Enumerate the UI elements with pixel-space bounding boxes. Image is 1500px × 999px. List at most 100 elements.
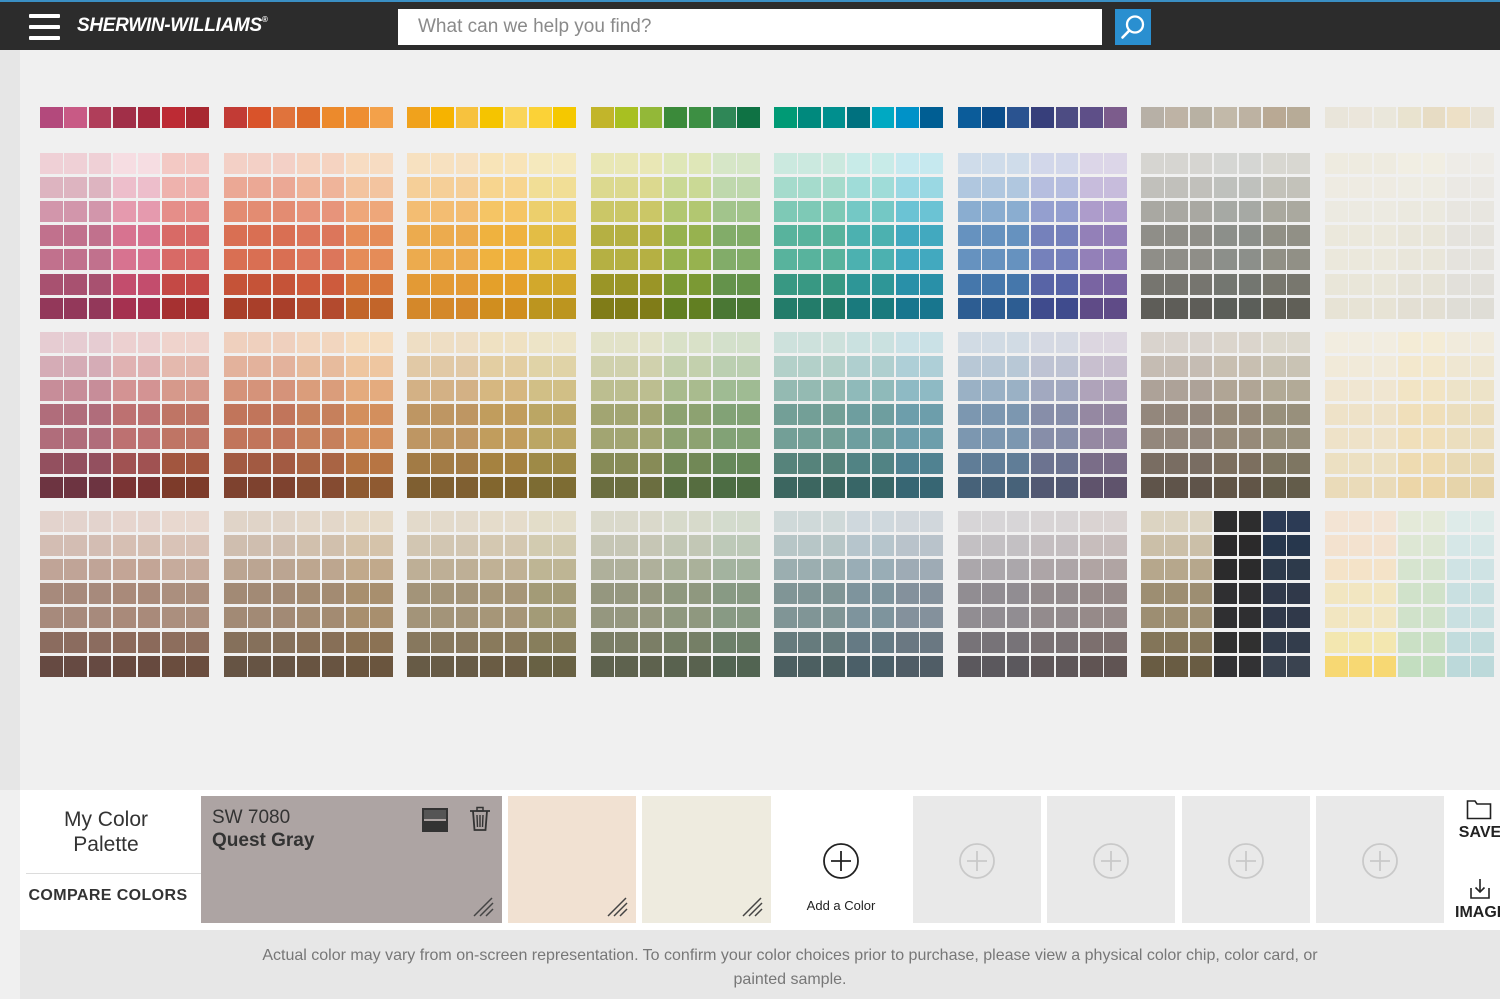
color-chip[interactable] (1031, 404, 1054, 426)
color-chip[interactable] (113, 332, 136, 353)
color-chip[interactable] (1287, 404, 1310, 426)
color-chip[interactable] (798, 332, 821, 353)
color-chip[interactable] (1214, 356, 1237, 378)
color-chip[interactable] (113, 297, 136, 319)
color-chip[interactable] (958, 535, 981, 557)
color-chip[interactable] (920, 583, 943, 605)
color-chip[interactable] (272, 332, 296, 353)
color-chip[interactable] (615, 332, 638, 353)
color-chip[interactable] (1104, 249, 1127, 271)
color-chip[interactable] (688, 428, 712, 450)
color-chip[interactable] (1325, 404, 1348, 426)
color-chip[interactable] (529, 452, 552, 474)
color-chip[interactable] (591, 655, 614, 677)
color-chip[interactable] (1189, 225, 1213, 247)
color-chip[interactable] (713, 332, 736, 353)
color-chip[interactable] (1189, 107, 1213, 128)
color-chip[interactable] (822, 476, 846, 498)
color-chip[interactable] (1263, 153, 1286, 174)
color-chip[interactable] (1141, 583, 1164, 605)
color-chip[interactable] (1055, 583, 1079, 605)
color-chip[interactable] (871, 559, 895, 581)
color-chip[interactable] (639, 297, 663, 319)
color-chip[interactable] (1141, 249, 1164, 271)
color-chip[interactable] (1422, 511, 1446, 532)
color-chip[interactable] (1165, 107, 1188, 128)
color-chip[interactable] (871, 631, 895, 653)
color-chip[interactable] (480, 201, 503, 223)
color-chip[interactable] (1189, 535, 1213, 557)
color-chip[interactable] (615, 535, 638, 557)
color-chip[interactable] (639, 107, 663, 128)
color-chip[interactable] (1141, 225, 1164, 247)
color-chip[interactable] (1471, 655, 1494, 677)
color-chip[interactable] (1104, 332, 1127, 353)
color-chip[interactable] (1398, 225, 1421, 247)
color-chip[interactable] (137, 356, 161, 378)
color-chip[interactable] (1263, 177, 1286, 199)
color-chip[interactable] (1080, 225, 1103, 247)
color-chip[interactable] (1447, 511, 1470, 532)
color-chip[interactable] (1104, 380, 1127, 402)
color-chip[interactable] (1214, 655, 1237, 677)
color-chip[interactable] (272, 153, 296, 174)
color-chip[interactable] (1080, 249, 1103, 271)
color-chip[interactable] (664, 404, 687, 426)
color-chip[interactable] (871, 249, 895, 271)
color-chip[interactable] (1287, 583, 1310, 605)
color-chip[interactable] (529, 273, 552, 295)
color-chip[interactable] (224, 476, 247, 498)
color-chip[interactable] (639, 356, 663, 378)
color-chip[interactable] (272, 583, 296, 605)
color-chip[interactable] (162, 655, 185, 677)
color-chip[interactable] (920, 655, 943, 677)
color-chip[interactable] (186, 535, 209, 557)
color-chip[interactable] (224, 655, 247, 677)
color-chip[interactable] (321, 332, 345, 353)
color-chip[interactable] (798, 107, 821, 128)
color-chip[interactable] (1471, 452, 1494, 474)
color-chip[interactable] (1031, 511, 1054, 532)
color-chip[interactable] (529, 631, 552, 653)
color-chip[interactable] (1398, 607, 1421, 629)
color-chip[interactable] (186, 107, 209, 128)
color-chip[interactable] (186, 177, 209, 199)
color-chip[interactable] (774, 107, 797, 128)
color-chip[interactable] (553, 332, 576, 353)
color-chip[interactable] (1165, 356, 1188, 378)
color-chip[interactable] (688, 511, 712, 532)
color-chip[interactable] (847, 452, 870, 474)
color-chip[interactable] (1398, 655, 1421, 677)
color-chip[interactable] (1006, 332, 1030, 353)
color-chip[interactable] (1238, 249, 1262, 271)
color-chip[interactable] (1287, 559, 1310, 581)
color-chip[interactable] (1447, 380, 1470, 402)
color-chip[interactable] (1006, 356, 1030, 378)
color-chip[interactable] (1287, 177, 1310, 199)
color-chip[interactable] (1165, 380, 1188, 402)
color-chip[interactable] (1325, 452, 1348, 474)
color-chip[interactable] (920, 201, 943, 223)
color-chip[interactable] (1189, 607, 1213, 629)
color-chip[interactable] (64, 249, 87, 271)
color-chip[interactable] (639, 201, 663, 223)
color-chip[interactable] (1141, 476, 1164, 498)
color-chip[interactable] (1238, 201, 1262, 223)
color-chip[interactable] (297, 583, 320, 605)
color-chip[interactable] (847, 225, 870, 247)
color-chip[interactable] (1031, 225, 1054, 247)
color-chip[interactable] (455, 201, 479, 223)
color-chip[interactable] (431, 107, 454, 128)
color-chip[interactable] (847, 356, 870, 378)
color-chip[interactable] (64, 655, 87, 677)
color-chip[interactable] (1471, 535, 1494, 557)
color-chip[interactable] (1349, 380, 1372, 402)
color-chip[interactable] (553, 225, 576, 247)
color-chip[interactable] (774, 511, 797, 532)
color-chip[interactable] (321, 535, 345, 557)
color-chip[interactable] (1104, 177, 1127, 199)
color-chip[interactable] (1006, 583, 1030, 605)
color-chip[interactable] (1325, 535, 1348, 557)
color-chip[interactable] (1214, 177, 1237, 199)
color-chip[interactable] (591, 476, 614, 498)
